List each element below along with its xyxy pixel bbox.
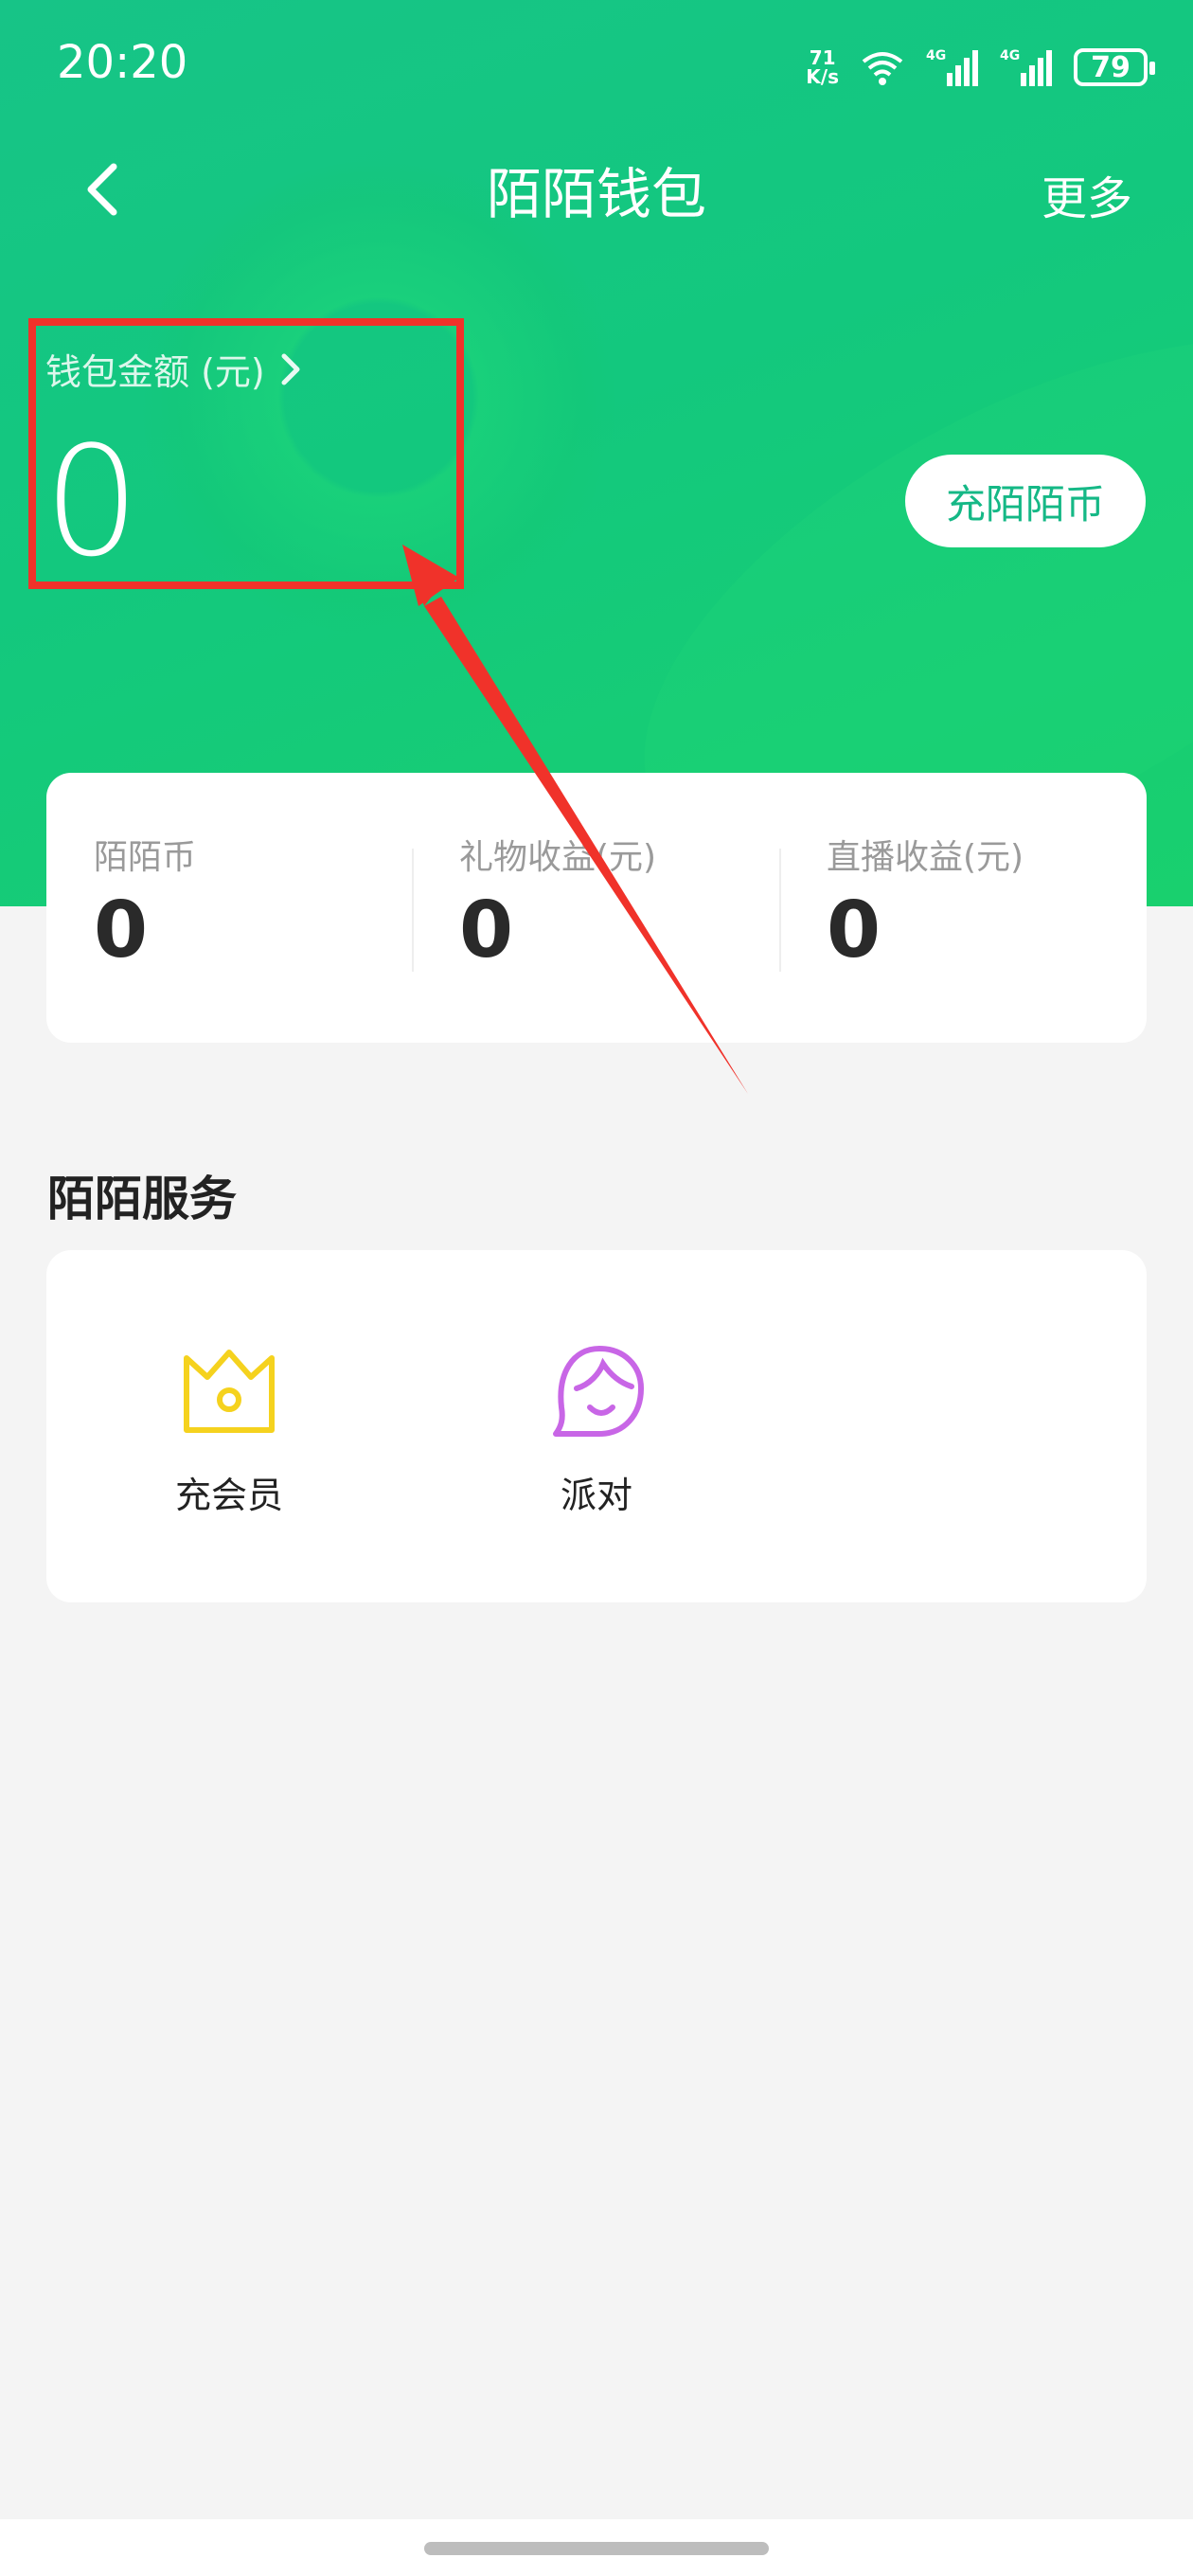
status-bar: 20:20 71 K/s 4G 4G 79: [0, 0, 1193, 133]
home-indicator[interactable]: [424, 2542, 769, 2555]
services-card: 充会员 派对: [46, 1250, 1147, 1602]
face-icon: [553, 1346, 644, 1437]
stat-label: 礼物收益(元): [459, 838, 657, 877]
navigation-bar: 陌陌钱包 更多: [0, 133, 1193, 246]
stat-live-earnings[interactable]: 直播收益(元) 0: [827, 830, 1148, 974]
signal-4g-icon: 4G: [926, 48, 978, 86]
signal-4g-icon-2: 4G: [1000, 48, 1052, 86]
stat-value: 0: [94, 886, 149, 975]
network-speed: 71 K/s: [806, 46, 839, 88]
service-label: 充会员: [174, 1475, 283, 1516]
stat-value: 0: [827, 886, 881, 975]
page-title: 陌陌钱包: [486, 162, 706, 226]
service-party[interactable]: 派对: [492, 1341, 701, 1518]
divider: [412, 849, 414, 972]
battery-indicator: 79: [1074, 48, 1155, 86]
status-icons: 71 K/s 4G 4G 79: [806, 42, 1155, 93]
services-section-title: 陌陌服务: [47, 1172, 237, 1226]
more-button[interactable]: 更多: [1042, 161, 1132, 227]
stat-value: 0: [459, 886, 514, 975]
wifi-icon: [862, 52, 903, 85]
svg-text:4G: 4G: [1000, 48, 1020, 63]
earnings-card: 陌陌币 0 礼物收益(元) 0 直播收益(元) 0: [46, 773, 1147, 1043]
svg-text:4G: 4G: [926, 48, 946, 63]
stat-label: 直播收益(元): [827, 838, 1024, 877]
status-time: 20:20: [57, 36, 188, 89]
recharge-coins-button[interactable]: 充陌陌币: [905, 455, 1146, 547]
stat-momo-coins[interactable]: 陌陌币 0: [94, 830, 416, 974]
service-vip-recharge[interactable]: 充会员: [125, 1341, 333, 1518]
annotation-highlight-box: [28, 318, 464, 589]
stat-label: 陌陌币: [94, 838, 197, 877]
stat-gift-earnings[interactable]: 礼物收益(元) 0: [459, 830, 781, 974]
divider: [779, 849, 781, 972]
service-label: 派对: [560, 1475, 632, 1516]
crown-icon: [184, 1350, 275, 1433]
